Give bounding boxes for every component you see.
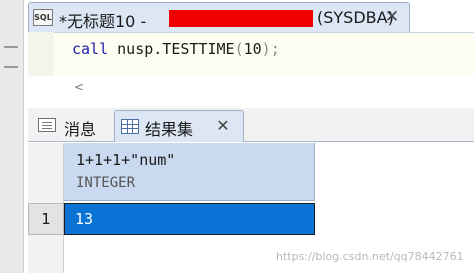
close-icon[interactable]: ✕ xyxy=(213,116,233,136)
tab-messages[interactable]: 消息 xyxy=(34,112,114,140)
row-number-cell[interactable]: 1 xyxy=(28,203,64,235)
editor-tab-title: *无标题10 - xyxy=(59,12,147,31)
cell-value: 13 xyxy=(75,210,94,228)
sql-statement[interactable]: call nusp.TESTTIME(10); xyxy=(72,40,280,58)
column-type: INTEGER xyxy=(76,175,136,191)
grid-icon xyxy=(121,119,139,134)
sql-keyword: call xyxy=(72,40,109,58)
column-header[interactable]: 1+1+1+"num" INTEGER xyxy=(64,143,315,201)
row-number: 1 xyxy=(41,210,51,228)
close-paren: ) xyxy=(261,40,271,58)
editor-line-gutter xyxy=(28,32,54,76)
editor-tab[interactable]: SQL *无标题10 - (SYSDBA) ✕ xyxy=(28,2,410,32)
horizontal-scrollbar[interactable] xyxy=(28,76,474,98)
sql-file-icon: SQL xyxy=(33,9,53,26)
column-name: 1+1+1+"num" xyxy=(76,151,176,169)
table-cell-selected[interactable]: 13 xyxy=(64,203,315,235)
tab-messages-label: 消息 xyxy=(64,120,97,139)
message-icon xyxy=(38,118,56,132)
procedure-argument: 10 xyxy=(243,40,262,58)
open-paren: ( xyxy=(234,40,244,58)
scroll-left-icon[interactable]: < xyxy=(74,80,84,94)
left-gutter xyxy=(0,0,24,273)
procedure-name: nusp.TESTTIME xyxy=(117,40,235,58)
redacted-block xyxy=(169,10,313,27)
close-icon[interactable]: ✕ xyxy=(381,6,403,28)
watermark: https://blog.csdn.net/qq78442761 xyxy=(276,250,464,263)
tab-result-set-label: 结果集 xyxy=(145,120,194,139)
semicolon: ; xyxy=(270,40,280,58)
tab-result-set[interactable]: 结果集 ✕ xyxy=(114,110,244,142)
